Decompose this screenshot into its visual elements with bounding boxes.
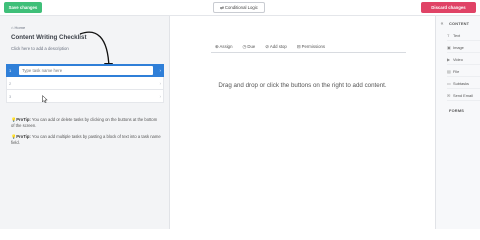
add-text-label: Text — [453, 33, 461, 38]
add-stop-button[interactable]: ⊘ Add stop — [265, 44, 287, 52]
content-sidebar: « CONTENT T Text ▣ Image ▶ Video ▤ File ▭ Sub… — [435, 16, 480, 229]
due-button[interactable]: ◷ Due — [242, 44, 255, 52]
task-content-canvas[interactable]: ⊕ Assign ◷ Due ⊘ Add stop ⊟ Permissions … — [170, 16, 435, 229]
protip-label: ProTip: — [16, 134, 31, 139]
add-send-email-button[interactable]: ✉ Send Email — [447, 91, 480, 101]
chevron-right-icon[interactable]: › — [160, 64, 162, 77]
top-toolbar: Save changes ⇄ Conditional Logic Discard… — [0, 0, 480, 16]
task-row[interactable]: 2 › — [6, 77, 164, 90]
add-text-button[interactable]: T Text — [447, 31, 480, 41]
task-row[interactable]: 3 › — [6, 90, 164, 103]
permissions-button[interactable]: ⊟ Permissions — [297, 44, 325, 52]
dropzone-message: Drag and drop or click the buttons on th… — [218, 82, 387, 89]
task-number: 2 — [9, 81, 12, 86]
protip-text: You can add or delete tasks by clicking … — [11, 117, 158, 128]
add-file-label: File — [453, 69, 460, 74]
discard-changes-button[interactable]: Discard changes — [421, 2, 476, 13]
protip-label: ProTip: — [16, 117, 31, 122]
chevron-right-icon[interactable]: › — [160, 77, 162, 90]
forms-section-heading: FORMS — [449, 108, 465, 113]
add-video-button[interactable]: ▶ Video — [447, 55, 480, 65]
protip: 💡ProTip: You can add or delete tasks by … — [11, 117, 161, 129]
conditional-logic-button[interactable]: ⇄ Conditional Logic — [213, 2, 265, 13]
add-image-button[interactable]: ▣ Image — [447, 43, 480, 53]
protip: 💡ProTip: You can add multiple tasks by p… — [11, 134, 161, 146]
add-subtasks-label: Subtasks — [453, 81, 470, 86]
assign-button[interactable]: ⊕ Assign — [215, 44, 232, 52]
home-link[interactable]: ⌂ Home — [11, 25, 25, 30]
add-subtasks-button[interactable]: ▭ Subtasks — [447, 79, 480, 89]
protip-text: You can add multiple tasks by pasting a … — [11, 134, 161, 145]
task-row[interactable]: 1 › — [6, 64, 164, 77]
mouse-cursor-icon — [42, 95, 48, 103]
checklist-title[interactable]: Content Writing Checklist — [11, 34, 87, 41]
chevron-right-icon[interactable]: › — [160, 90, 162, 103]
add-video-label: Video — [453, 57, 463, 62]
save-changes-button[interactable]: Save changes — [4, 2, 42, 13]
add-file-button[interactable]: ▤ File — [447, 67, 480, 77]
add-image-label: Image — [453, 45, 464, 50]
task-name-input[interactable] — [19, 66, 153, 75]
task-list: 1 › 2 › 3 › — [6, 64, 164, 103]
conditional-logic-icon: ⇄ — [220, 5, 224, 10]
content-section-heading: CONTENT — [449, 21, 470, 26]
task-actions-bar: ⊕ Assign ◷ Due ⊘ Add stop ⊟ Permissions — [211, 44, 406, 53]
task-number: 3 — [9, 94, 12, 99]
task-number: 1 — [9, 68, 12, 73]
collapse-sidebar-icon[interactable]: « — [438, 20, 446, 28]
checklist-editor-panel: ⌂ Home Content Writing Checklist Click h… — [0, 16, 170, 229]
checklist-description[interactable]: Click here to add a description — [11, 46, 69, 51]
conditional-logic-label: Conditional Logic — [224, 5, 258, 10]
add-send-email-label: Send Email — [453, 93, 473, 98]
